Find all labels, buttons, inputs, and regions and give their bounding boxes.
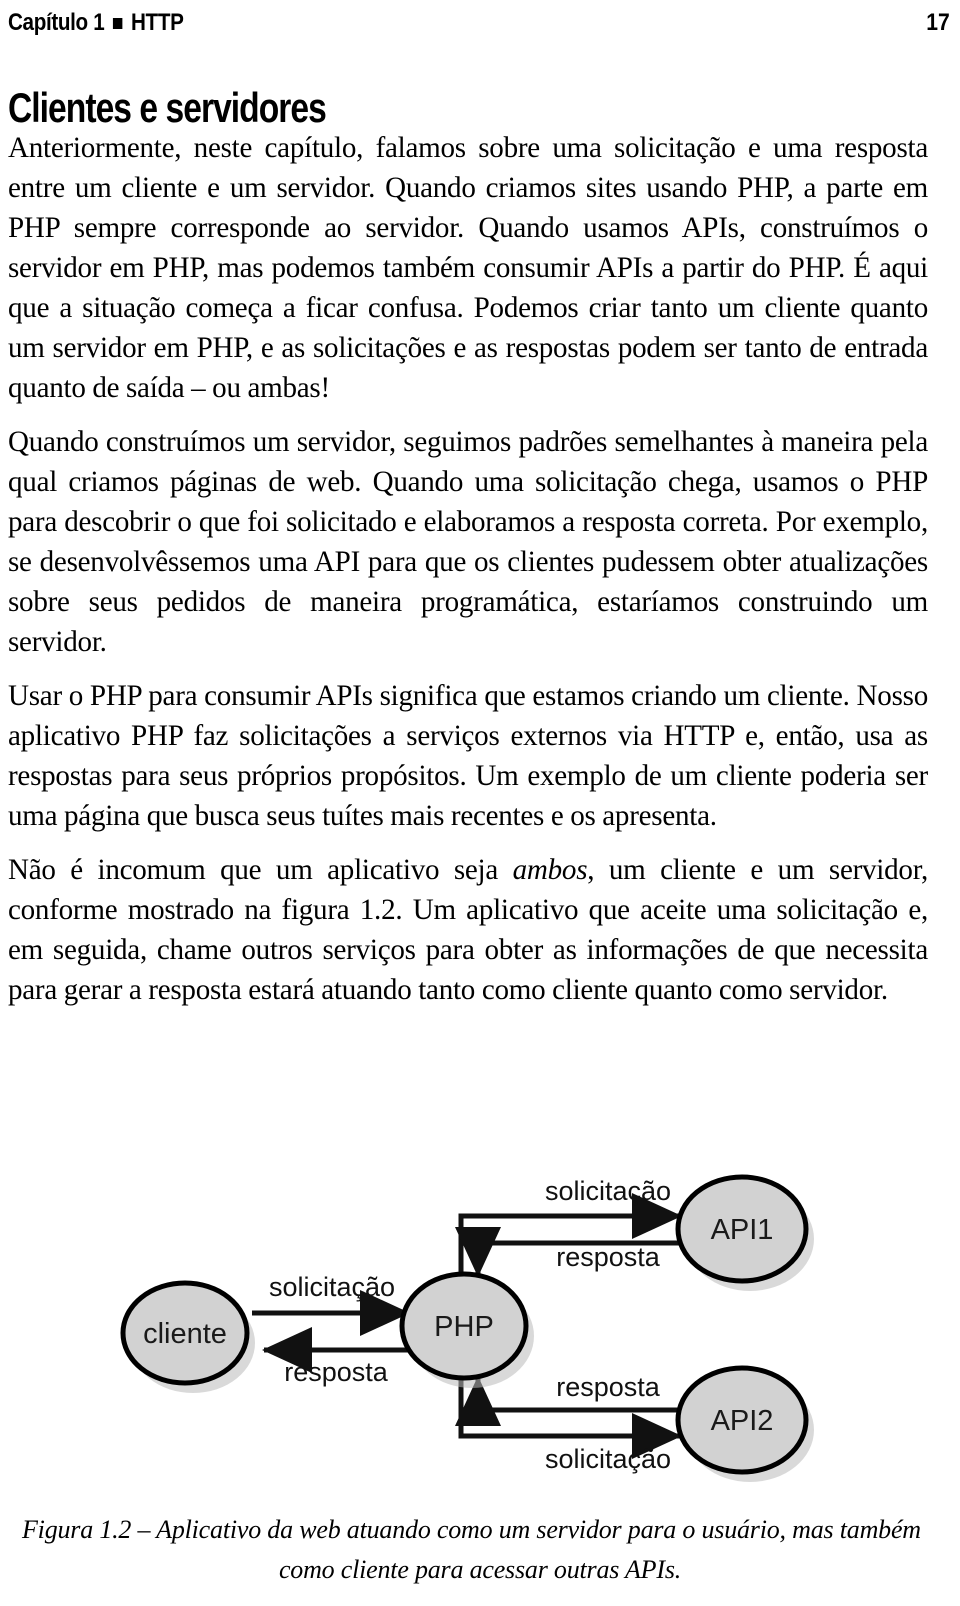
paragraph-3: Usar o PHP para consumir APIs significa … — [8, 680, 928, 832]
figure-diagram: solicitação resposta resposta solicitaçã… — [120, 1174, 814, 1482]
page-title: Clientes e servidores — [8, 84, 327, 132]
edge-label-php-to-api2: solicitação — [545, 1444, 671, 1474]
square-bullet-icon — [112, 17, 123, 29]
running-head: Capítulo 1 HTTP 17 — [8, 6, 950, 40]
edge-api1-to-php: resposta — [455, 1226, 688, 1277]
body-copy: Anteriormente, neste capítulo, falamos s… — [8, 128, 942, 1024]
node-api2-label: API2 — [711, 1405, 774, 1437]
figure-caption-line-1: Figura 1.2 – Aplicativo da web atuando c… — [22, 1515, 921, 1544]
node-client-label: cliente — [143, 1318, 227, 1350]
running-head-left: Capítulo 1 HTTP — [8, 9, 184, 37]
node-api2: API2 — [675, 1365, 814, 1482]
running-head-title: HTTP — [130, 9, 184, 36]
chapter-label: Capítulo 1 — [8, 9, 105, 36]
edge-api2-to-php: resposta — [455, 1372, 688, 1427]
edge-label-api1-to-php: resposta — [556, 1242, 661, 1272]
paragraph-1: Anteriormente, neste capítulo, falamos s… — [8, 132, 928, 404]
node-api1: API1 — [675, 1174, 814, 1291]
edge-php-to-client: resposta — [262, 1327, 424, 1387]
edge-label-php-to-client: resposta — [284, 1357, 389, 1387]
edge-label-api2-to-php: resposta — [556, 1372, 661, 1402]
node-php-label: PHP — [434, 1311, 494, 1343]
figure-caption: Figura 1.2 – Aplicativo da web atuando c… — [22, 1510, 938, 1590]
figure-caption-line-2: como cliente para acessar outras APIs. — [278, 1555, 682, 1584]
paragraph-4-emphasis: ambos — [512, 854, 588, 886]
node-api1-label: API1 — [711, 1214, 774, 1246]
paragraph-4: Não é incomum que um aplicativo seja amb… — [8, 850, 928, 1010]
node-client: cliente — [120, 1280, 255, 1393]
edge-label-client-to-php: solicitação — [269, 1272, 395, 1302]
edge-label-php-to-api1: solicitação — [545, 1176, 671, 1206]
node-php: PHP — [399, 1271, 534, 1388]
figure-1-2: solicitação resposta resposta solicitaçã… — [0, 1128, 960, 1488]
paragraph-2: Quando construímos um servidor, seguimos… — [8, 426, 928, 658]
paragraph-4-part-1: Não é incomum que um aplicativo seja — [8, 854, 513, 886]
page-number: 17 — [926, 9, 950, 36]
edge-client-to-php: solicitação — [252, 1272, 410, 1336]
